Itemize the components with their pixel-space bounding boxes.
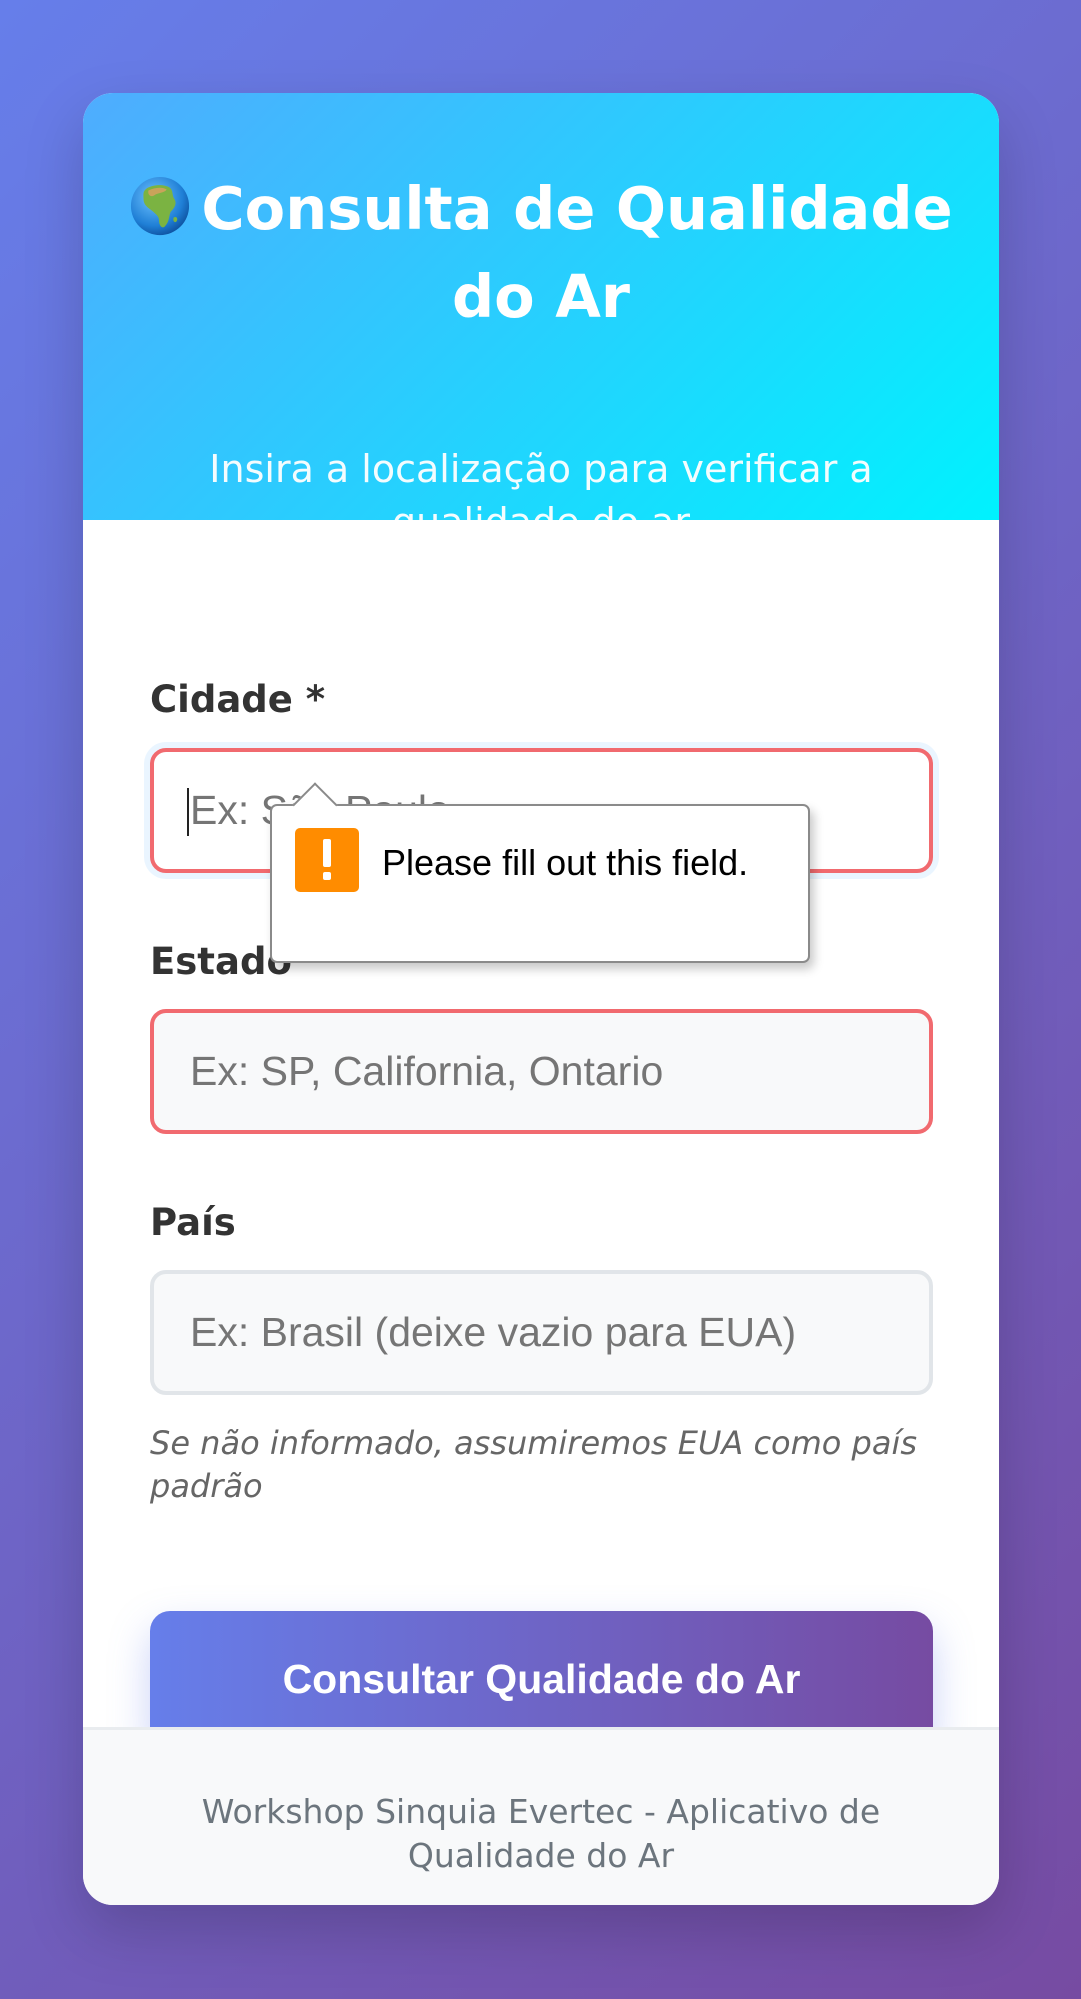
page-title: Consulta de Qualidade do Ar [123,165,959,341]
country-input[interactable] [150,1270,933,1395]
city-label: Cidade * [150,678,326,721]
query-card: Consulta de Qualidade do Ar Insira a loc… [83,93,999,1905]
country-label: País [150,1201,236,1244]
warning-icon [295,828,359,892]
page-subtitle: Insira a localização para verificar a qu… [209,447,873,544]
footer-text: Workshop Sinquia Evertec - Aplicativo de… [201,1792,881,1875]
page-title-text: Consulta de Qualidade do Ar [201,174,953,331]
validation-message: Please fill out this field. [382,842,749,883]
card-header: Consulta de Qualidade do Ar Insira a loc… [83,93,999,544]
card-footer: Workshop Sinquia Evertec - Aplicativo de… [83,1727,999,1905]
globe-africa-icon [131,176,190,236]
state-input[interactable] [150,1009,933,1134]
text-caret [187,788,189,836]
country-hint: Se não informado, assumiremos EUA como p… [150,1424,918,1505]
validation-tooltip: Please fill out this field. [270,782,810,963]
